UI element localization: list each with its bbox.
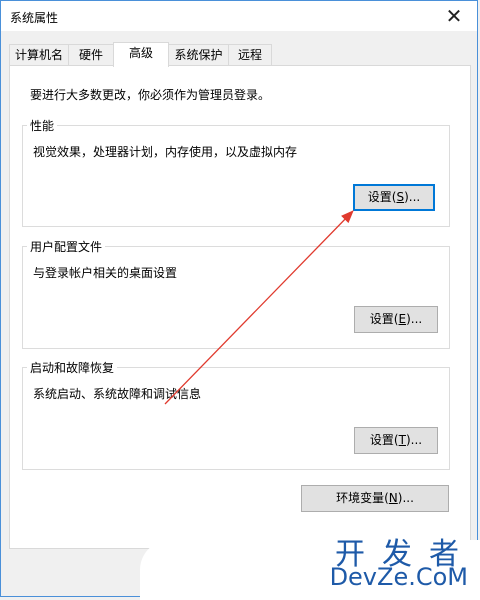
watermark-text-bottom: DevZe.CoM <box>329 563 468 591</box>
advanced-tab-panel: 要进行大多数更改，你必须作为管理员登录。 性能 视觉效果，处理器计划，内存使用，… <box>9 65 471 549</box>
user-profiles-description: 与登录帐户相关的桌面设置 <box>33 266 178 280</box>
tab-hardware[interactable]: 硬件 <box>68 44 114 65</box>
user-profiles-settings-button[interactable]: 设置(E)... <box>354 306 438 333</box>
environment-variables-button[interactable]: 环境变量(N)... <box>301 485 449 512</box>
tab-remote[interactable]: 远程 <box>228 44 272 65</box>
system-properties-window: 系统属性 ✕ 计算机名 硬件 高级 系统保护 远程 要进行大多数更改，你必须作为… <box>0 0 478 597</box>
startup-recovery-settings-button[interactable]: 设置(T)... <box>354 427 438 454</box>
title-bar: 系统属性 ✕ <box>1 1 477 31</box>
user-profiles-group-title: 用户配置文件 <box>27 238 106 255</box>
performance-group-title: 性能 <box>27 117 58 134</box>
startup-recovery-group-title: 启动和故障恢复 <box>27 359 118 376</box>
performance-description: 视觉效果，处理器计划，内存使用，以及虚拟内存 <box>33 145 298 159</box>
admin-notice: 要进行大多数更改，你必须作为管理员登录。 <box>30 88 271 102</box>
window-title: 系统属性 <box>10 11 59 25</box>
tab-system-protection[interactable]: 系统保护 <box>168 44 229 65</box>
startup-recovery-group: 启动和故障恢复 系统启动、系统故障和调试信息 设置(T)... <box>22 359 450 470</box>
tab-advanced[interactable]: 高级 <box>113 42 169 67</box>
performance-group: 性能 视觉效果，处理器计划，内存使用，以及虚拟内存 设置(S)... <box>22 117 450 227</box>
performance-settings-button[interactable]: 设置(S)... <box>353 184 435 211</box>
tab-computer-name[interactable]: 计算机名 <box>9 44 69 65</box>
startup-recovery-description: 系统启动、系统故障和调试信息 <box>33 387 202 401</box>
close-icon[interactable]: ✕ <box>431 1 477 31</box>
user-profiles-group: 用户配置文件 与登录帐户相关的桌面设置 设置(E)... <box>22 238 450 349</box>
